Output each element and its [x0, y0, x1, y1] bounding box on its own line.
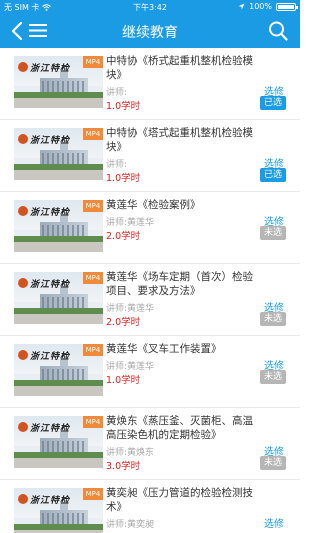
mp4-badge: MP4 — [83, 272, 103, 284]
battery-fill — [278, 4, 294, 9]
selection-status-button[interactable]: 已选 — [260, 96, 286, 110]
course-hours: 1.0学时 — [106, 375, 141, 386]
course-item[interactable]: 浙江特检 MP4 黄焕东《蒸压釜、灭菌柜、高温高压染色机的定期检验》 讲师:黄焕… — [0, 408, 300, 480]
battery-icon — [276, 2, 298, 11]
course-item[interactable]: 浙江特检 MP4 黄莲华《检验案例》 讲师:黄莲华 2.0学时 选修 未选 — [0, 192, 300, 264]
course-teacher: 讲师: — [106, 160, 128, 170]
course-title: 中特协《塔式起重机整机检验模块》 — [106, 127, 253, 153]
brand-logo-icon — [18, 134, 28, 144]
course-teacher: 讲师: — [106, 88, 128, 98]
course-title: 黄焕东《蒸压釜、灭菌柜、高温高压染色机的定期检验》 — [106, 415, 253, 441]
selection-status-button[interactable]: 未选 — [260, 456, 286, 470]
selection-status-button[interactable]: 未选 — [260, 226, 286, 240]
course-title: 黄莲华《检验案例》 — [106, 199, 201, 211]
elective-link[interactable]: 选修 — [264, 515, 284, 530]
course-item[interactable]: 浙江特检 MP4 黄莲华《叉车工作装置》 讲师:黄莲华 1.0学时 选修 未选 — [0, 336, 300, 408]
course-item[interactable]: 浙江特检 MP4 中特协《桥式起重机整机检验模块》 讲师: 1.0学时 选修 已… — [0, 48, 300, 120]
thumbnail-brand-text: 浙江特检 — [30, 352, 71, 362]
course-teacher: 讲师:黄莲华 — [106, 304, 155, 314]
brand-logo-icon — [18, 494, 28, 504]
search-icon[interactable] — [268, 20, 288, 42]
mp4-badge: MP4 — [83, 56, 103, 68]
course-title: 黄奕昶《压力管道的检验检测技术》 — [106, 487, 253, 513]
mp4-badge: MP4 — [83, 128, 103, 140]
course-teacher: 讲师:黄奕昶 — [106, 520, 155, 530]
course-teacher: 讲师:黄莲华 — [106, 218, 155, 228]
thumbnail-brand-text: 浙江特检 — [30, 64, 71, 74]
brand-logo-icon — [18, 350, 28, 360]
thumbnail-brand-text: 浙江特检 — [30, 136, 71, 146]
course-title: 黄莲华《场车定期（首次）检验项目、要求及方法》 — [106, 271, 253, 297]
course-title: 中特协《桥式起重机整机检验模块》 — [106, 55, 253, 81]
mp4-badge: MP4 — [83, 200, 103, 212]
course-hours: 3.0学时 — [106, 461, 141, 472]
location-icon — [238, 3, 245, 10]
status-bar-right: 100% — [238, 2, 298, 11]
course-hours: 1.0学时 — [106, 101, 141, 112]
course-item[interactable]: 浙江特检 MP4 中特协《塔式起重机整机检验模块》 讲师: 1.0学时 选修 已… — [0, 120, 300, 192]
course-teacher: 讲师:黄焕东 — [106, 448, 155, 458]
course-teacher: 讲师:黄莲华 — [106, 362, 155, 372]
page-title: 继续教育 — [122, 25, 178, 41]
nav-bar: 继续教育 — [0, 14, 300, 48]
thumbnail-brand-text: 浙江特检 — [30, 496, 71, 506]
brand-logo-icon — [18, 206, 28, 216]
battery-percent: 100% — [249, 2, 272, 11]
selection-status-button[interactable]: 未选 — [260, 370, 286, 384]
status-bar: 无 SIM 卡 下午3:42 100% — [0, 0, 300, 14]
course-item[interactable]: 浙江特检 MP4 黄莲华《场车定期（首次）检验项目、要求及方法》 讲师:黄莲华 … — [0, 264, 300, 336]
brand-logo-icon — [18, 62, 28, 72]
course-hours: 2.0学时 — [106, 231, 141, 242]
brand-logo-icon — [18, 278, 28, 288]
course-hours: 1.0学时 — [106, 173, 141, 184]
course-list: 浙江特检 MP4 中特协《桥式起重机整机检验模块》 讲师: 1.0学时 选修 已… — [0, 48, 300, 533]
thumbnail-brand-text: 浙江特检 — [30, 280, 71, 290]
mp4-badge: MP4 — [83, 416, 103, 428]
course-item[interactable]: 浙江特检 MP4 黄奕昶《压力管道的检验检测技术》 讲师:黄奕昶 选修 — [0, 480, 300, 533]
thumbnail-brand-text: 浙江特检 — [30, 208, 71, 218]
mp4-badge: MP4 — [83, 488, 103, 500]
course-hours: 2.0学时 — [106, 317, 141, 328]
thumbnail-brand-text: 浙江特检 — [30, 424, 71, 434]
brand-logo-icon — [18, 422, 28, 432]
mp4-badge: MP4 — [83, 344, 103, 356]
course-title: 黄莲华《叉车工作装置》 — [106, 343, 222, 355]
selection-status-button[interactable]: 未选 — [260, 312, 286, 326]
selection-status-button[interactable]: 已选 — [260, 168, 286, 182]
